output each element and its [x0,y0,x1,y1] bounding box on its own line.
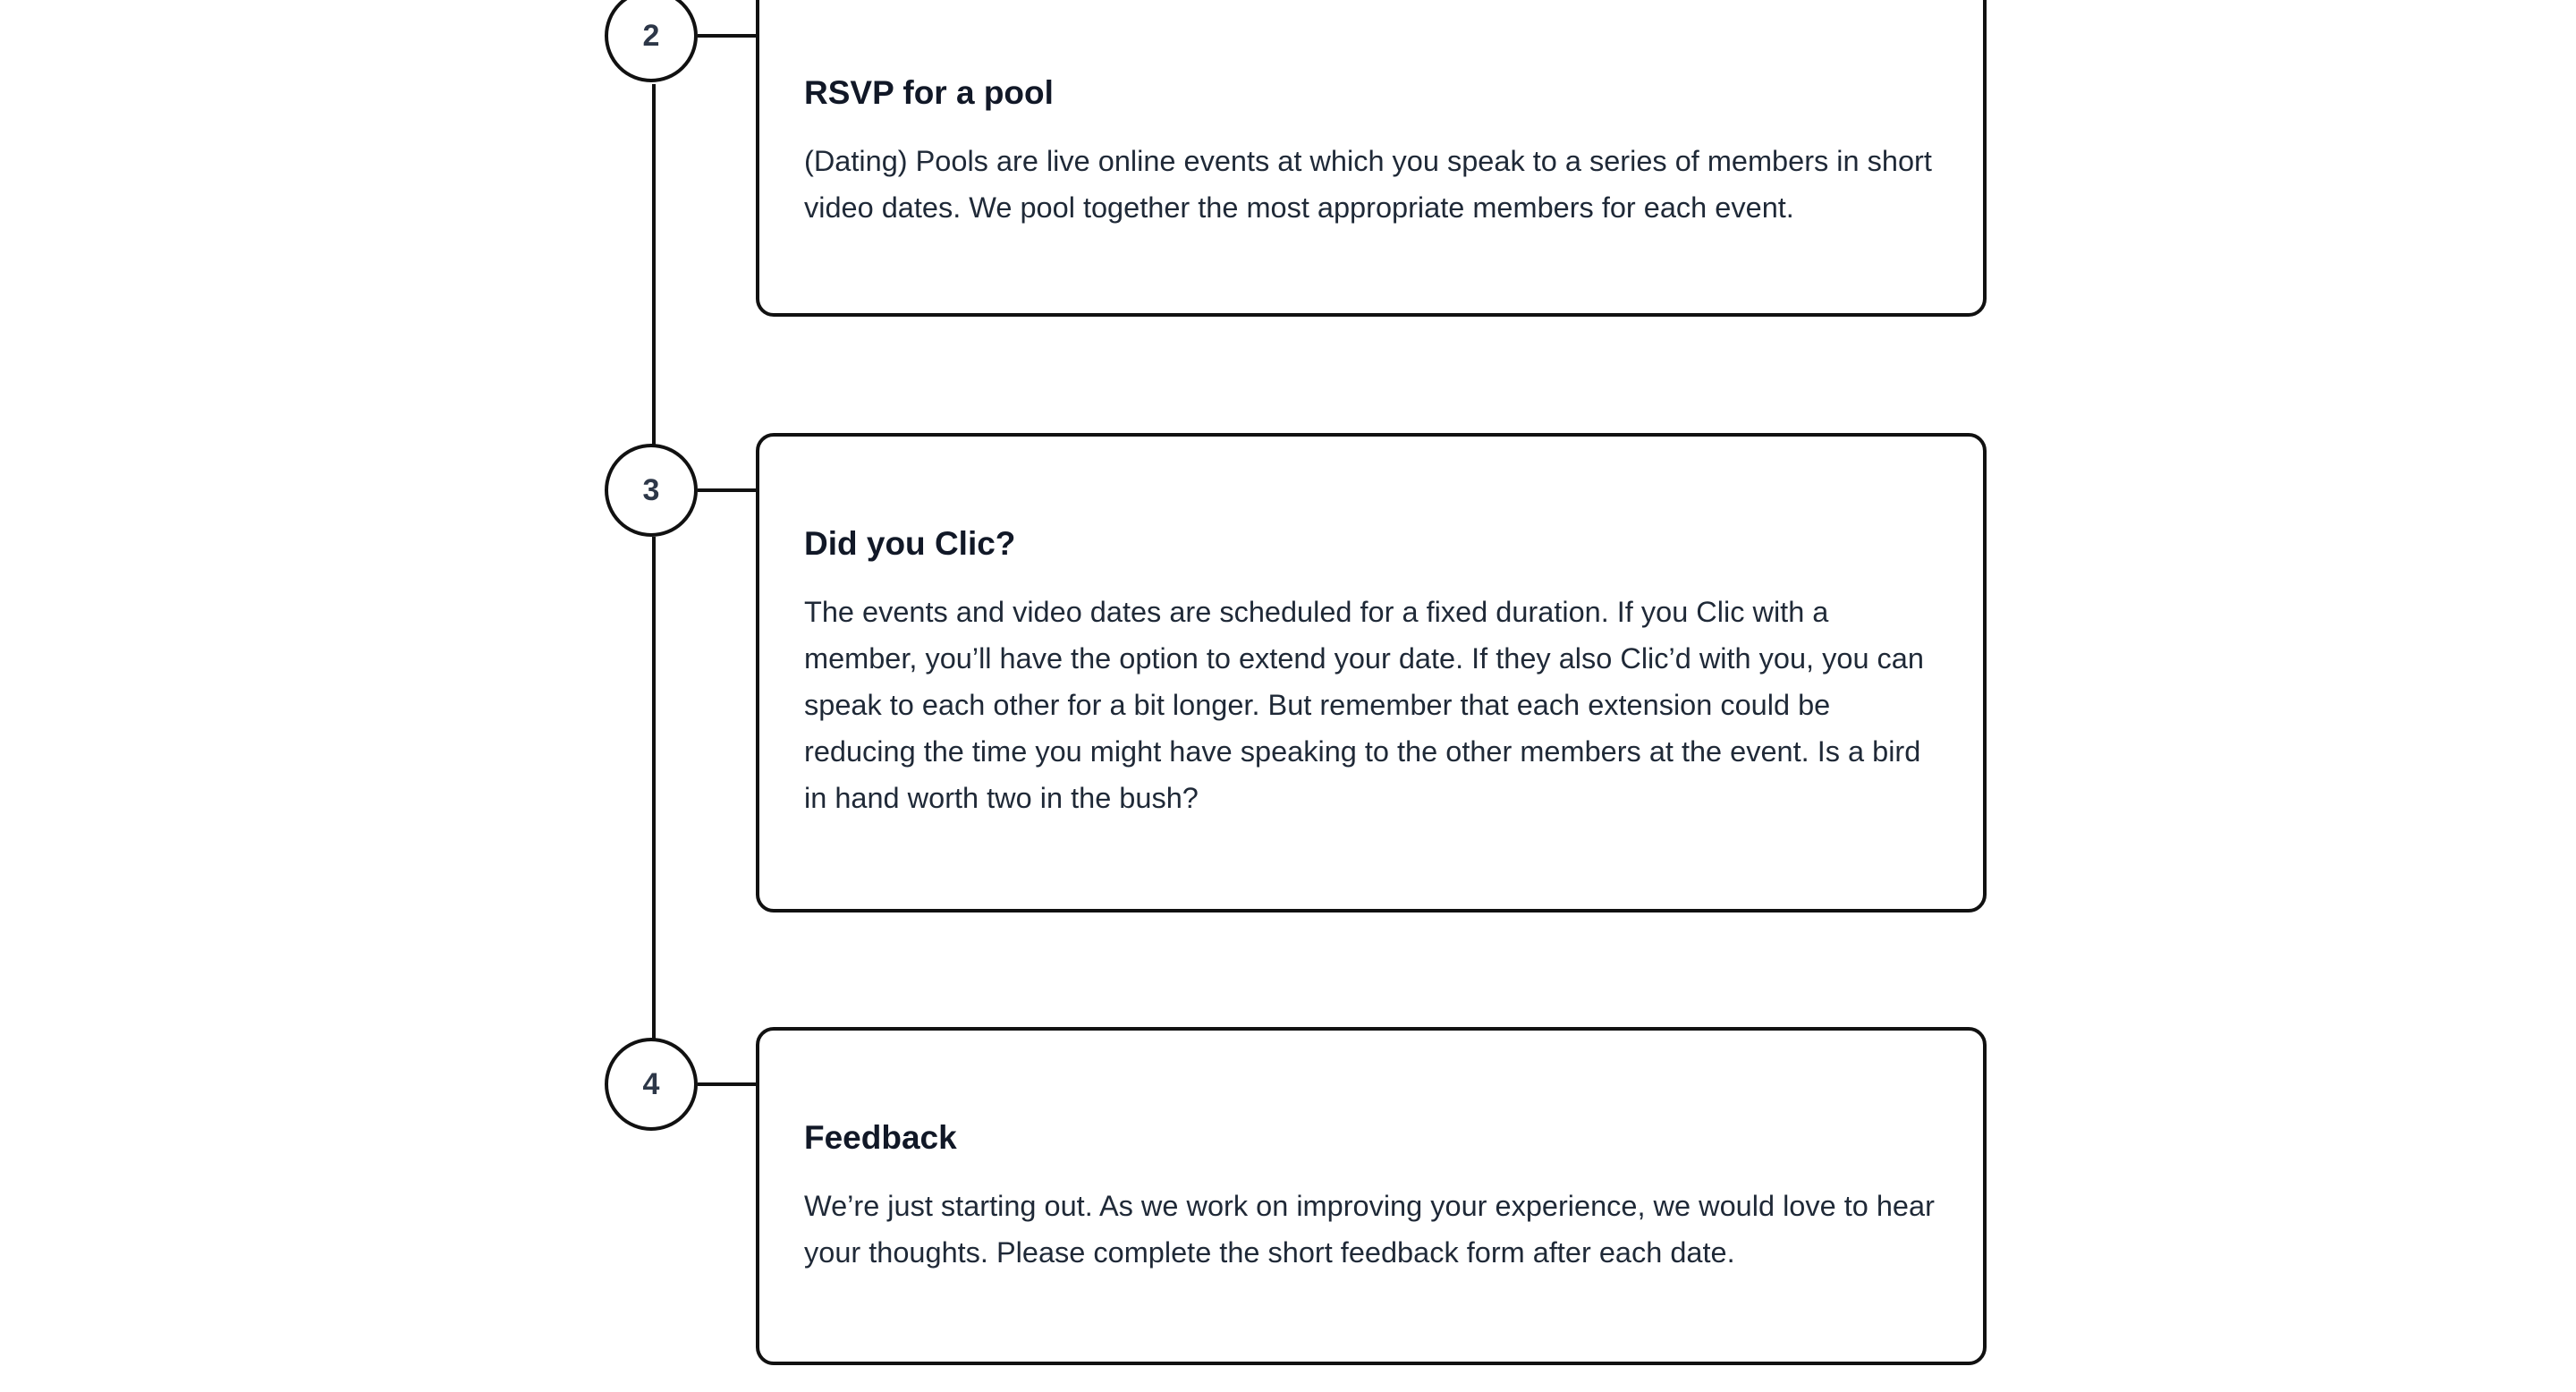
step-description: The events and video dates are scheduled… [804,596,1924,814]
step-card: Feedback We’re just starting out. As we … [756,1027,1987,1365]
step-title: Did you Clic? [804,525,1016,562]
step-number-badge: 2 [605,0,698,82]
step-connector [698,488,757,492]
step-description: We’re just starting out. As we work on i… [804,1190,1935,1269]
step-number-badge: 4 [605,1038,698,1131]
step-card: RSVP for a pool (Dating) Pools are live … [756,0,1987,317]
step-title: RSVP for a pool [804,74,1054,111]
step-description: (Dating) Pools are live online events at… [804,145,1932,224]
timeline-rail [652,537,656,1041]
timeline-rail [652,84,656,447]
step-connector [698,1082,757,1086]
step-connector [698,34,757,38]
step-number-badge: 3 [605,444,698,537]
step-title: Feedback [804,1119,957,1156]
step-card: Did you Clic? The events and video dates… [756,433,1987,912]
how-it-works-timeline: 2 RSVP for a pool (Dating) Pools are liv… [0,0,2576,1392]
